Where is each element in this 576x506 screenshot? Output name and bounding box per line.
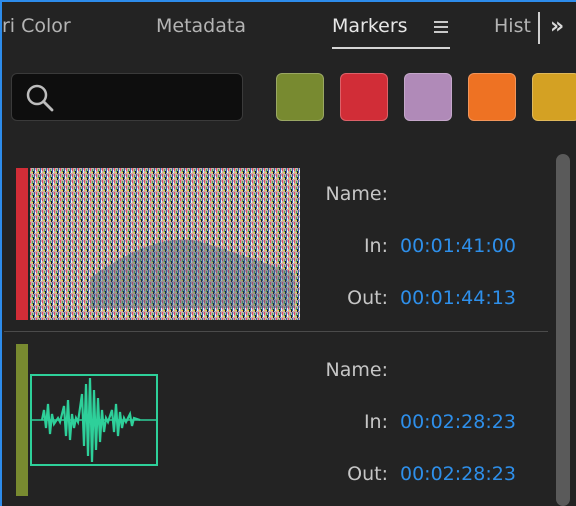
hamburger-menu-icon[interactable] [434,21,448,33]
scrollbar-thumb[interactable] [556,154,570,506]
marker-color-bar [16,344,28,496]
in-timecode[interactable]: 00:01:41:00 [400,235,516,257]
in-label: In: [363,411,388,433]
search-input[interactable] [11,73,243,121]
color-filter-violet[interactable] [404,73,452,121]
scrollbar[interactable] [556,154,570,506]
name-label: Name: [325,359,388,381]
in-timecode[interactable]: 00:02:28:23 [400,411,516,433]
search-icon [26,84,54,112]
out-timecode[interactable]: 00:01:44:13 [400,287,516,309]
marker-color-bar [16,168,28,320]
marker-row[interactable]: Name: In: 00:01:41:00 Out: 00:01:44:13 [4,150,549,330]
marker-row[interactable]: Name: In: 00:02:28:23 Out: 00:02:28:23 [4,332,549,506]
audio-waveform-thumbnail [30,374,158,466]
name-label: Name: [325,183,388,205]
active-tab-indicator [332,47,450,49]
double-chevron-right-icon[interactable]: ›› [550,14,564,39]
out-label: Out: [347,287,388,309]
tab-divider [538,12,540,44]
color-filter-yellow[interactable] [532,73,576,121]
tab-markers[interactable]: Markers [332,15,408,37]
in-label: In: [363,235,388,257]
row-divider [4,331,548,332]
color-filter-red[interactable] [340,73,388,121]
color-filter-orange[interactable] [468,73,516,121]
out-timecode[interactable]: 00:02:28:23 [400,463,516,485]
video-thumbnail [30,168,300,320]
marker-list: Name: In: 00:01:41:00 Out: 00:01:44:13 N… [4,150,549,506]
tab-history[interactable]: Hist [494,15,531,37]
tab-lumetri-color[interactable]: ri Color [2,15,71,37]
color-filter-green[interactable] [276,73,324,121]
out-label: Out: [347,463,388,485]
tab-metadata[interactable]: Metadata [156,15,246,37]
panel-tab-bar: ri Color Metadata Markers Hist ›› [2,2,576,52]
